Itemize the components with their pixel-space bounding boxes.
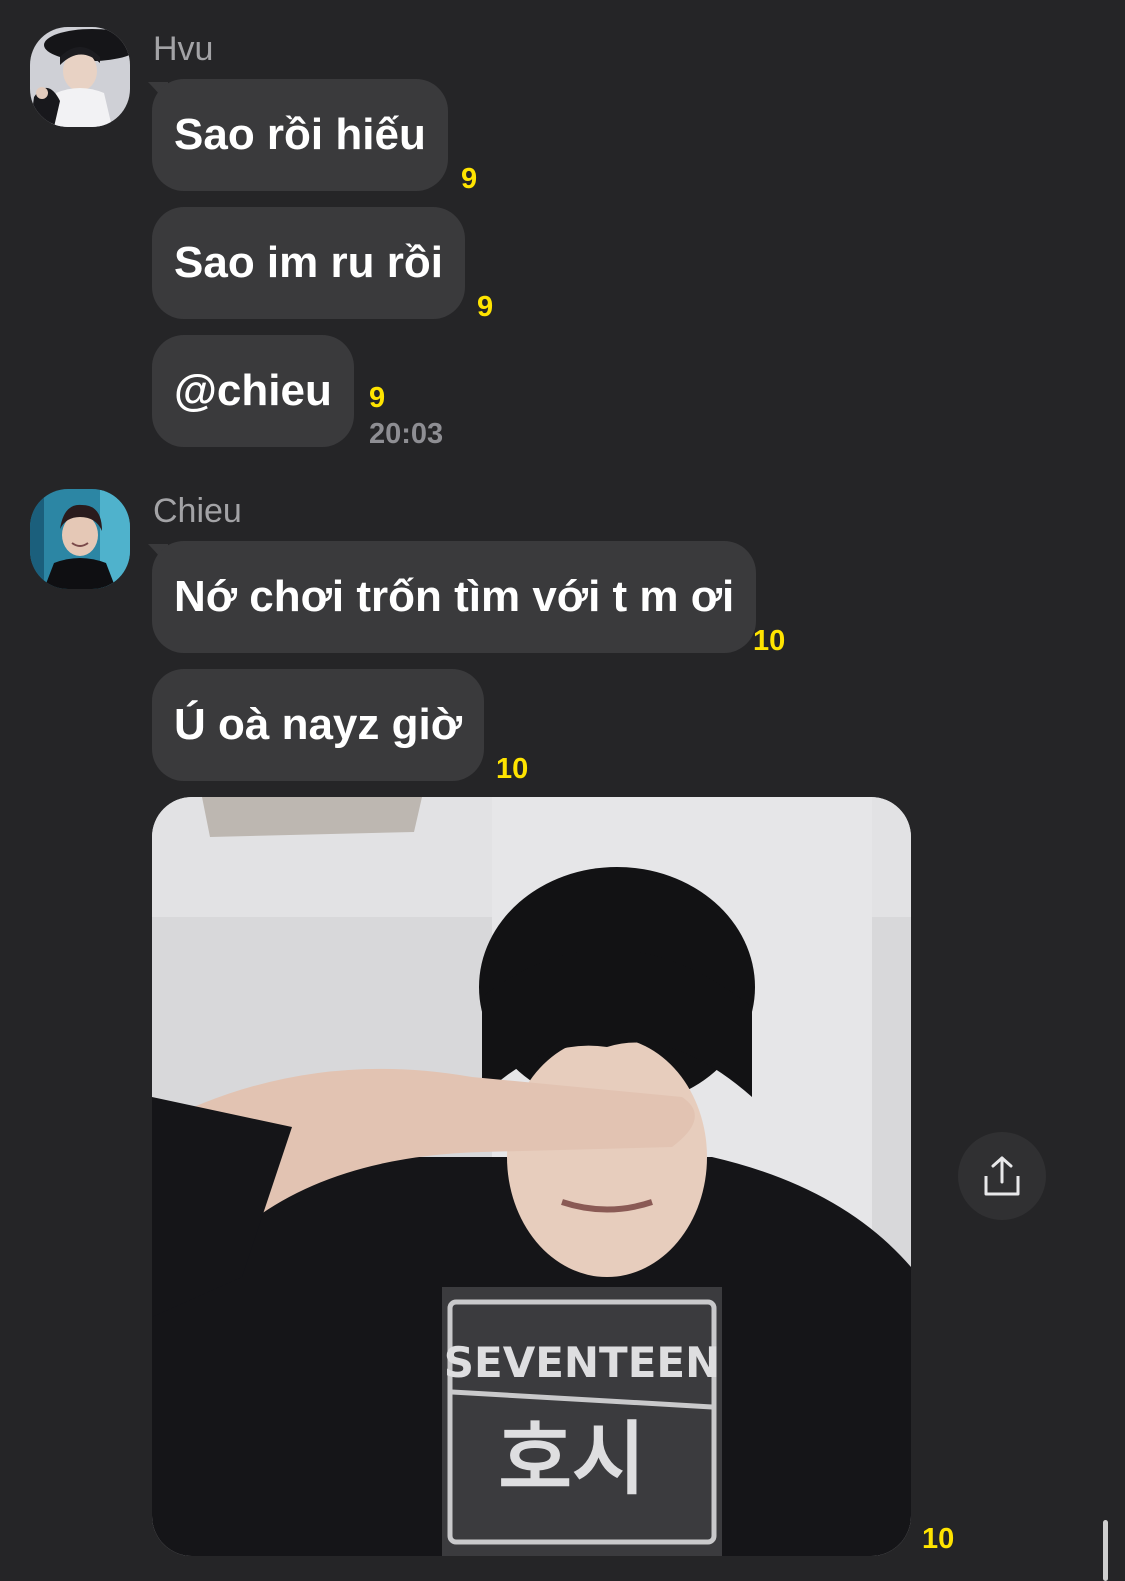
- unread-count: 10: [922, 1523, 955, 1555]
- scrollbar-thumb[interactable]: [1103, 1520, 1108, 1581]
- shirt-text-line1: SEVENTEEN: [444, 1338, 720, 1387]
- message-text: Nớ chơi trốn tìm với t m ơi: [174, 572, 735, 621]
- unread-count: 10: [496, 753, 529, 785]
- sender-name: Chieu: [153, 492, 242, 530]
- shirt-text-line2: 호시: [498, 1413, 645, 1506]
- avatar-hvu[interactable]: [30, 27, 130, 127]
- photo-image: SEVENTEEN 호시: [152, 797, 911, 1556]
- message-text: Sao rồi hiếu: [174, 110, 426, 159]
- message-bubble[interactable]: Ú oà nayz giờ: [152, 669, 484, 781]
- unread-count: 9: [461, 163, 478, 195]
- message-timestamp: 20:03: [369, 418, 444, 450]
- unread-count: 9: [477, 291, 494, 323]
- unread-count: 9: [369, 382, 386, 414]
- message-bubble[interactable]: @chieu: [152, 335, 354, 447]
- avatar-chieu[interactable]: [30, 489, 130, 589]
- share-icon: [984, 1156, 1020, 1196]
- message-bubble[interactable]: Sao rồi hiếu: [152, 79, 448, 191]
- sender-name: Hvu: [153, 30, 214, 68]
- message-text: @chieu: [174, 366, 332, 415]
- chat-thread: Hvu Sao rồi hiếu 9 Sao im ru rồi 9 @chie…: [0, 0, 1125, 1581]
- share-button[interactable]: [958, 1132, 1046, 1220]
- message-text: Ú oà nayz giờ: [174, 700, 462, 749]
- photo-message[interactable]: SEVENTEEN 호시: [152, 797, 911, 1556]
- unread-count: 10: [753, 625, 786, 657]
- message-bubble[interactable]: Nớ chơi trốn tìm với t m ơi: [152, 541, 757, 653]
- message-bubble[interactable]: Sao im ru rồi: [152, 207, 465, 319]
- message-text: Sao im ru rồi: [174, 238, 443, 287]
